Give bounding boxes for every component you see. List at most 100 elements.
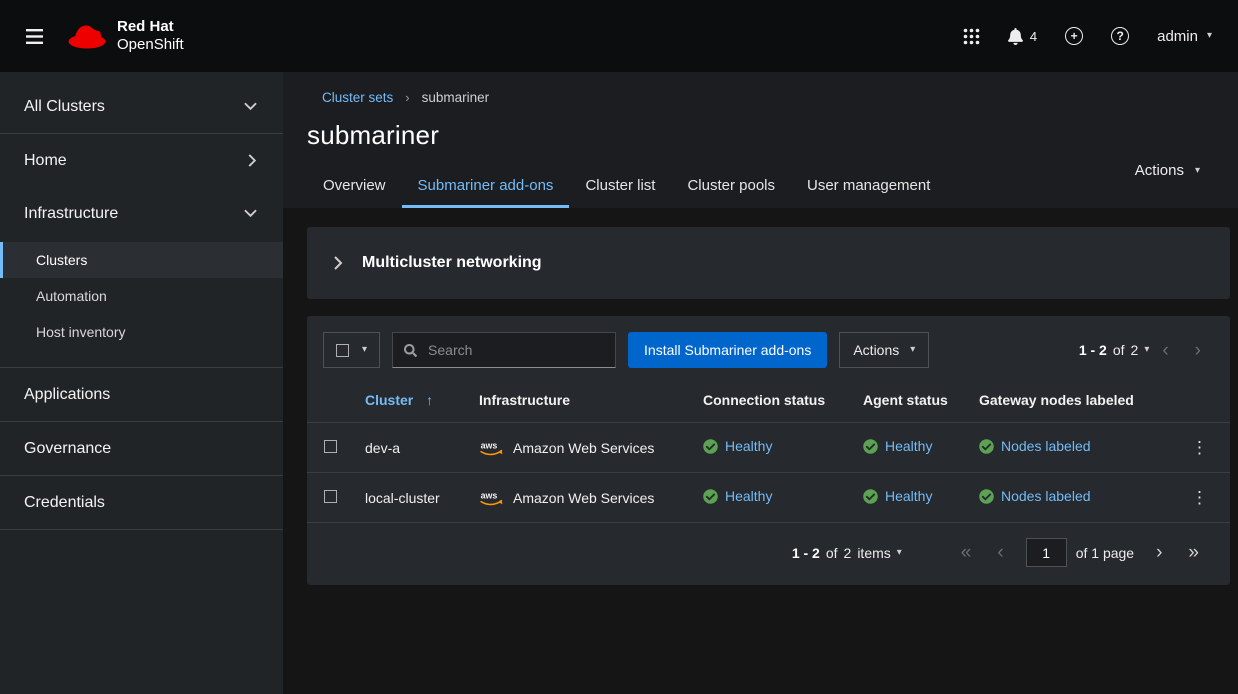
- user-menu[interactable]: admin ▾: [1157, 28, 1212, 45]
- notifications-button[interactable]: 4: [1008, 28, 1037, 45]
- last-page-button[interactable]: »: [1175, 543, 1212, 562]
- next-page-button[interactable]: ›: [1182, 341, 1214, 360]
- gateway-nodes-link[interactable]: Nodes labeled: [979, 438, 1091, 454]
- tab-cluster-list[interactable]: Cluster list: [569, 167, 671, 208]
- column-header-agent-status[interactable]: Agent status: [851, 384, 967, 423]
- bulk-select-dropdown[interactable]: ▾: [323, 332, 380, 368]
- first-page-button[interactable]: «: [948, 543, 985, 562]
- redhat-hat-icon: [67, 22, 107, 50]
- help-button[interactable]: ?: [1111, 27, 1129, 45]
- app-launcher-button[interactable]: [963, 28, 980, 45]
- sidebar-item-applications[interactable]: Applications: [0, 368, 283, 421]
- column-header-cluster[interactable]: Cluster ↑: [353, 384, 467, 423]
- page-count-label: of 1 page: [1076, 545, 1134, 561]
- agent-status-link[interactable]: Healthy: [863, 488, 932, 504]
- sidebar-item-governance[interactable]: Governance: [0, 422, 283, 475]
- plus-glyph: +: [1071, 30, 1078, 42]
- cluster-perspective-switcher[interactable]: All Clusters: [0, 80, 283, 133]
- page-header: Cluster sets › submariner submariner Act…: [283, 72, 1238, 208]
- caret-down-icon: ▾: [910, 345, 915, 355]
- sidebar-item-infrastructure[interactable]: Infrastructure: [0, 187, 283, 240]
- pagination-of-label: of: [1113, 342, 1125, 358]
- pagination-range: 1 - 2: [792, 545, 820, 561]
- column-label: Cluster: [365, 392, 413, 408]
- status-label: Nodes labeled: [1001, 488, 1091, 504]
- chevron-right-icon: [334, 256, 343, 270]
- prev-page-button[interactable]: ‹: [1149, 341, 1181, 360]
- next-page-button[interactable]: ›: [1143, 543, 1175, 562]
- column-header-gateway-nodes-labeled[interactable]: Gateway nodes labeled: [967, 384, 1169, 423]
- select-all-checkbox[interactable]: [336, 344, 349, 357]
- sidebar-item-label: Credentials: [24, 494, 105, 512]
- pagination-top: 1 - 2 of 2 ▾ ‹ ›: [1079, 341, 1214, 360]
- current-page-input[interactable]: [1026, 538, 1067, 567]
- page-actions-dropdown[interactable]: Actions ▾: [1135, 162, 1200, 179]
- sidebar-item-label: Clusters: [36, 252, 87, 268]
- aws-icon: aws: [479, 489, 504, 507]
- angle-double-right-icon: »: [1188, 542, 1199, 563]
- tab-cluster-pools[interactable]: Cluster pools: [671, 167, 791, 208]
- breadcrumb-link-cluster-sets[interactable]: Cluster sets: [322, 90, 393, 105]
- sidebar-item-credentials[interactable]: Credentials: [0, 476, 283, 529]
- install-submariner-addons-button[interactable]: Install Submariner add-ons: [628, 332, 827, 368]
- caret-down-icon: ▾: [897, 548, 902, 558]
- question-circle-icon: ?: [1111, 27, 1129, 45]
- check-circle-icon: [703, 489, 718, 504]
- sidebar-item-home[interactable]: Home: [0, 134, 283, 187]
- kebab-icon: ⋮: [1191, 438, 1208, 457]
- items-per-page-toggle[interactable]: 1 - 2 of 2 items ▾: [792, 545, 902, 561]
- masthead: Red Hat OpenShift 4 + ?: [0, 0, 1238, 72]
- connection-status-link[interactable]: Healthy: [703, 488, 772, 504]
- sidebar-item-label: Governance: [24, 440, 111, 458]
- angle-right-icon: ›: [1156, 542, 1162, 563]
- expand-toggle-button[interactable]: [334, 256, 343, 270]
- angle-left-icon: ‹: [997, 542, 1003, 563]
- sidebar: All Clusters Home Infrastructure Cluster…: [0, 72, 283, 694]
- sidebar-item-label: Host inventory: [36, 324, 125, 340]
- add-button[interactable]: +: [1065, 27, 1083, 45]
- agent-status-link[interactable]: Healthy: [863, 438, 932, 454]
- row-checkbox[interactable]: [324, 490, 337, 503]
- username-label: admin: [1157, 28, 1198, 45]
- connection-status-link[interactable]: Healthy: [703, 438, 772, 454]
- table-toolbar: ▾ Install Submariner add-ons Actions ▾: [307, 316, 1230, 384]
- status-label: Healthy: [885, 438, 932, 454]
- check-circle-icon: [979, 489, 994, 504]
- column-header-infrastructure[interactable]: Infrastructure: [467, 384, 691, 423]
- sidebar-item-label: Home: [24, 152, 67, 170]
- tab-overview[interactable]: Overview: [307, 167, 402, 208]
- gateway-nodes-link[interactable]: Nodes labeled: [979, 488, 1091, 504]
- page-title: submariner: [307, 120, 1214, 151]
- check-circle-icon: [863, 489, 878, 504]
- aws-logo-text: aws: [481, 440, 498, 450]
- table-actions-dropdown[interactable]: Actions ▾: [839, 332, 929, 368]
- sidebar-item-automation[interactable]: Automation: [0, 278, 283, 314]
- search-input[interactable]: [426, 341, 604, 359]
- search-box: [392, 332, 616, 368]
- angle-right-icon: ›: [1195, 340, 1201, 361]
- row-kebab-menu-button[interactable]: ⋮: [1181, 437, 1218, 458]
- table-row: local-cluster aws Amazon Web Services: [307, 473, 1230, 523]
- sidebar-item-host-inventory[interactable]: Host inventory: [0, 314, 283, 350]
- cluster-name: local-cluster: [353, 473, 467, 523]
- caret-down-icon: ▾: [1195, 166, 1200, 176]
- row-checkbox[interactable]: [324, 440, 337, 453]
- actions-label: Actions: [1135, 162, 1184, 179]
- sidebar-item-clusters[interactable]: Clusters: [0, 242, 283, 278]
- breadcrumb-current: submariner: [422, 90, 490, 105]
- tab-submariner-add-ons[interactable]: Submariner add-ons: [402, 167, 570, 208]
- column-header-connection-status[interactable]: Connection status: [691, 384, 851, 423]
- brand-line1: Red Hat: [117, 18, 184, 36]
- check-circle-icon: [979, 439, 994, 454]
- pagination-menu-toggle[interactable]: 1 - 2 of 2 ▾: [1079, 342, 1150, 358]
- card-title: Multicluster networking: [362, 254, 542, 272]
- tab-user-management[interactable]: User management: [791, 167, 946, 208]
- bell-icon: [1008, 28, 1023, 45]
- nav-toggle-button[interactable]: [26, 29, 43, 44]
- pagination-of-label: of: [826, 545, 838, 561]
- row-kebab-menu-button[interactable]: ⋮: [1181, 487, 1218, 508]
- checkbox-column-header: [307, 384, 353, 423]
- prev-page-button[interactable]: ‹: [984, 543, 1016, 562]
- table-header-row: Cluster ↑ Infrastructure Connection stat…: [307, 384, 1230, 423]
- aws-icon: aws: [479, 439, 504, 457]
